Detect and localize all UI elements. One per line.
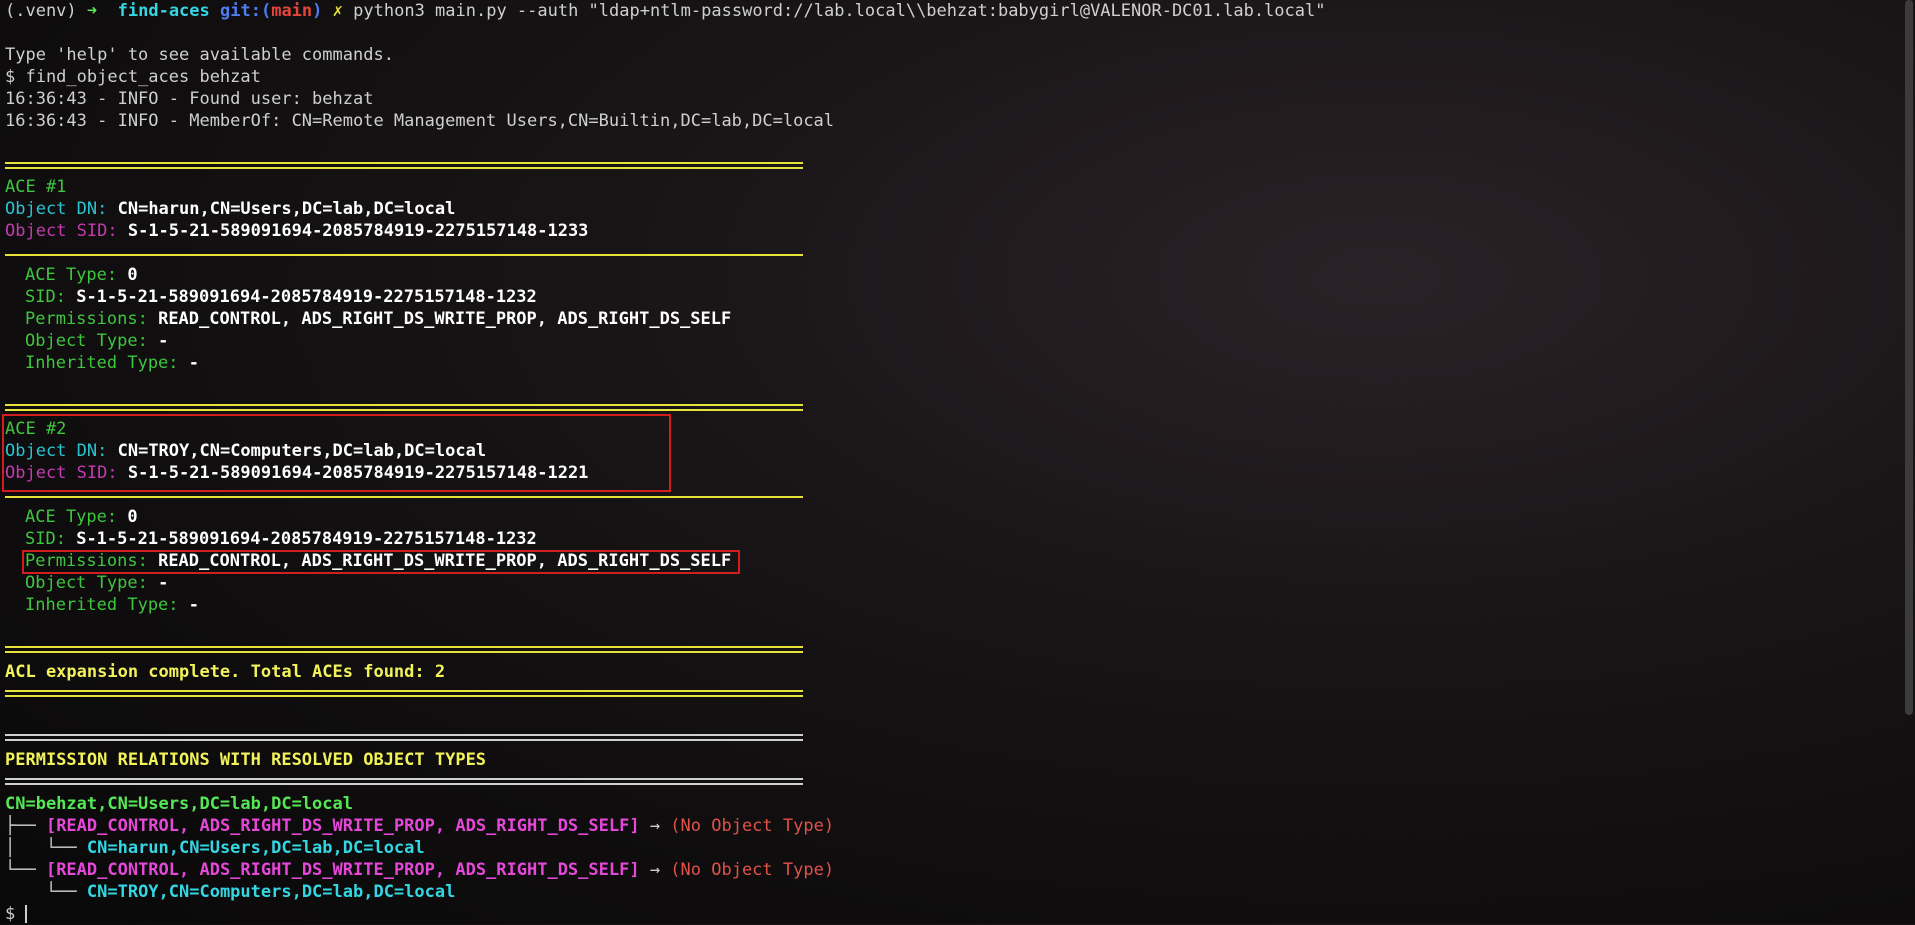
separator-double — [5, 690, 803, 697]
ace-type-label: ACE Type: — [25, 265, 118, 285]
object-dn-value: CN=harun,CN=Users,DC=lab,DC=local — [117, 199, 456, 219]
separator-single — [5, 254, 803, 256]
relation-branch: └── [READ_CONTROL, ADS_RIGHT_DS_WRITE_PR… — [5, 859, 834, 881]
relation-permissions: [READ_CONTROL, ADS_RIGHT_DS_WRITE_PROP, … — [45, 860, 640, 880]
object-type-label: Object Type: — [25, 573, 148, 593]
shell-prompt-line: (.venv) ➜ find-aces git:(main) ✗ python3… — [5, 0, 1325, 22]
git-label-close: ) — [312, 1, 323, 21]
ace-type-value: 0 — [127, 265, 138, 285]
relation-arrow-icon: → — [639, 860, 671, 880]
object-type-row: Object Type: - — [25, 330, 168, 352]
sid-value: S-1-5-21-589091694-2085784919-2275157148… — [76, 287, 537, 307]
object-sid-value: S-1-5-21-589091694-2085784919-2275157148… — [127, 221, 589, 241]
relation-target: CN=harun,CN=Users,DC=lab,DC=local — [86, 838, 425, 858]
user-command: $ find_object_aces behzat — [5, 67, 261, 87]
git-label: git:( — [220, 1, 272, 21]
relation-object-type: (No Object Type) — [670, 860, 835, 880]
sid-label: SID: — [25, 287, 66, 307]
input-prompt[interactable]: $ — [5, 903, 28, 925]
inherited-type-row: Inherited Type: - — [25, 352, 199, 374]
object-dn-label: Object DN: — [5, 199, 108, 219]
sid-label: SID: — [25, 529, 66, 549]
ace-type-row: ACE Type: 0 — [25, 264, 138, 286]
git-dirty-icon: ✗ — [332, 1, 343, 21]
tree-prefix: └── — [5, 860, 46, 880]
log-line: 16:36:43 - INFO - Found user: behzat — [5, 89, 374, 109]
sid-value: S-1-5-21-589091694-2085784919-2275157148… — [76, 529, 537, 549]
separator-double — [5, 162, 803, 169]
separator-double-white — [5, 734, 803, 741]
object-type-row: Object Type: - — [25, 572, 168, 594]
terminal-window[interactable]: (.venv) ➜ find-aces git:(main) ✗ python3… — [0, 0, 1900, 924]
relation-target-row: └── CN=TROY,CN=Computers,DC=lab,DC=local — [5, 881, 455, 903]
separator-single — [5, 496, 803, 498]
highlight-box-ace2-object — [2, 414, 671, 492]
relation-root: CN=behzat,CN=Users,DC=lab,DC=local — [5, 794, 353, 814]
help-text: Type 'help' to see available commands. — [5, 45, 394, 65]
ace-header: ACE #1 — [5, 177, 67, 197]
separator-double — [5, 646, 803, 653]
relation-permissions: [READ_CONTROL, ADS_RIGHT_DS_WRITE_PROP, … — [45, 816, 640, 836]
text-cursor — [25, 905, 28, 923]
scrollbar[interactable] — [1905, 0, 1913, 715]
summary-line: ACL expansion complete. Total ACEs found… — [5, 662, 446, 682]
relation-arrow-icon: → — [639, 816, 671, 836]
object-sid-row: Object SID: S-1-5-21-589091694-208578491… — [5, 220, 588, 242]
object-type-value: - — [158, 573, 169, 593]
git-branch: main — [271, 1, 313, 21]
inherited-type-label: Inherited Type: — [25, 353, 179, 373]
inherited-type-value: - — [188, 595, 200, 615]
permissions-value: READ_CONTROL, ADS_RIGHT_DS_WRITE_PROP, A… — [158, 309, 732, 329]
relation-branch: ├── [READ_CONTROL, ADS_RIGHT_DS_WRITE_PR… — [5, 815, 834, 837]
log-line: 16:36:43 - INFO - MemberOf: CN=Remote Ma… — [5, 111, 835, 131]
ace-type-value: 0 — [127, 507, 138, 527]
highlight-box-ace2-permissions — [22, 550, 740, 574]
ace-type-label: ACE Type: — [25, 507, 118, 527]
inherited-type-value: - — [188, 353, 200, 373]
sid-row: SID: S-1-5-21-589091694-2085784919-22751… — [25, 286, 537, 308]
current-directory: find-aces — [117, 1, 210, 21]
ace-type-row: ACE Type: 0 — [25, 506, 138, 528]
relations-heading: PERMISSION RELATIONS WITH RESOLVED OBJEC… — [5, 750, 487, 770]
separator-double-white — [5, 778, 803, 785]
venv-indicator: (.venv) — [5, 1, 77, 21]
shell-command: python3 main.py --auth "ldap+ntlm-passwo… — [353, 1, 1326, 21]
permissions-label: Permissions: — [25, 309, 148, 329]
sid-row: SID: S-1-5-21-589091694-2085784919-22751… — [25, 528, 537, 550]
separator-double — [5, 404, 803, 411]
inherited-type-label: Inherited Type: — [25, 595, 179, 615]
relation-object-type: (No Object Type) — [670, 816, 835, 836]
tree-prefix: ├── — [5, 816, 46, 836]
tree-prefix: └── — [5, 882, 87, 902]
inherited-type-row: Inherited Type: - — [25, 594, 199, 616]
permissions-row: Permissions: READ_CONTROL, ADS_RIGHT_DS_… — [25, 308, 731, 330]
object-dn-row: Object DN: CN=harun,CN=Users,DC=lab,DC=l… — [5, 198, 455, 220]
relation-target: CN=TROY,CN=Computers,DC=lab,DC=local — [86, 882, 456, 902]
prompt-symbol: $ — [5, 904, 26, 924]
object-type-value: - — [158, 331, 169, 351]
object-type-label: Object Type: — [25, 331, 148, 351]
object-sid-label: Object SID: — [5, 221, 118, 241]
tree-prefix: │ └── — [5, 838, 87, 858]
prompt-arrow-icon: ➜ — [86, 1, 98, 21]
relation-target-row: │ └── CN=harun,CN=Users,DC=lab,DC=local — [5, 837, 425, 859]
